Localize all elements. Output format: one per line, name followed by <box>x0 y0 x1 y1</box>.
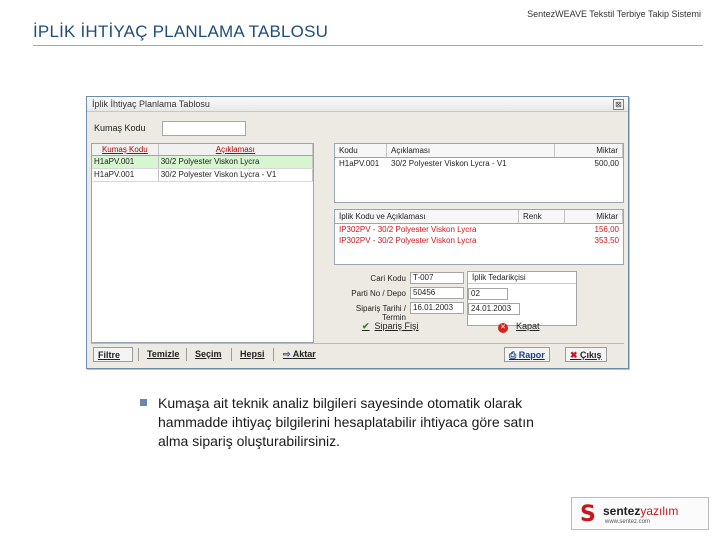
table-row[interactable]: IP302PV - 30/2 Polyester Viskon Lycra 15… <box>335 224 623 235</box>
col-fabric-code[interactable]: Kumaş Kodu <box>92 144 159 155</box>
cell-fabric-code: H1aPV.001 <box>92 156 159 168</box>
order-date-label: Sipariş Tarihi / Termin <box>355 304 406 322</box>
all-button[interactable]: Hepsi <box>236 347 269 362</box>
exit-label: Çıkış <box>580 350 602 360</box>
col-yarn[interactable]: İplik Kodu ve Açıklaması <box>335 210 519 223</box>
filter-button[interactable]: Filtre <box>93 347 133 362</box>
fabric-code-input[interactable] <box>162 121 246 136</box>
cell-yarn: IP302PV - 30/2 Polyester Viskon Lycra <box>339 225 477 234</box>
arrow-right-icon: ⇨ <box>283 349 293 359</box>
toolbar-divider <box>231 348 232 361</box>
logo-name: sentezyazılım <box>603 504 678 518</box>
order-slip-button[interactable]: ✔ Sipariş Fişi <box>362 321 419 332</box>
cell-description: 30/2 Polyester Viskon Lycra - V1 <box>391 159 507 168</box>
yarn-grid-header: İplik Kodu ve Açıklaması Renk Miktar <box>335 210 623 224</box>
col-description[interactable]: Açıklaması <box>387 144 555 157</box>
fabric-code-label: Kumaş Kodu <box>94 123 146 133</box>
close-form-button[interactable]: ✕ Kapat <box>498 321 540 333</box>
order-detail-panel: Cari Kodu T-007 Parti No / Depo 50456 Si… <box>334 269 624 337</box>
cell-color <box>519 224 565 235</box>
logo-mark: S <box>580 502 596 527</box>
depot-field[interactable]: 02 <box>468 288 508 300</box>
col-description[interactable]: Açıklaması <box>159 144 313 155</box>
toolbar-divider <box>138 348 139 361</box>
cell-quantity: 156,00 <box>594 225 619 234</box>
yarn-grid[interactable]: İplik Kodu ve Açıklaması Renk Miktar IP3… <box>334 209 624 265</box>
export-label: Aktar <box>292 349 316 359</box>
logo-name-bold: sentez <box>603 504 641 518</box>
slide-header: SentezWEAVE Tekstil Terbiye Takip Sistem… <box>527 9 701 19</box>
logo-subtitle: www.sentez.com <box>605 519 651 525</box>
window-titlebar: İplik İhtiyaç Planlama Tablosu ⊠ <box>87 97 628 112</box>
supplier-title: İplik Tedarikçisi <box>468 272 576 284</box>
customer-code-field[interactable]: T-007 <box>410 272 464 284</box>
select-button[interactable]: Seçim <box>191 347 226 362</box>
fabric-grid-header: Kumaş Kodu Açıklaması <box>92 144 313 156</box>
supplier-panel: İplik Tedarikçisi 02 24.01.2003 <box>467 271 577 326</box>
table-row[interactable]: H1aPV.001 30/2 Polyester Viskon Lycra - … <box>335 158 623 169</box>
cell-yarn: IP302PV - 30/2 Polyester Viskon Lycra <box>339 236 477 245</box>
product-grid-header: Kodu Açıklaması Miktar <box>335 144 623 158</box>
bottom-toolbar: Filtre Temizle Seçim Hepsi ⇨ Aktar ⎙ Rap… <box>91 343 624 363</box>
product-grid[interactable]: Kodu Açıklaması Miktar H1aPV.001 30/2 Po… <box>334 143 624 203</box>
exit-icon: ✖ <box>570 350 581 360</box>
cancel-icon: ✕ <box>498 323 508 333</box>
order-date-field[interactable]: 16.01.2003 <box>410 302 464 314</box>
cell-code: H1aPV.001 <box>339 159 380 168</box>
table-row[interactable]: H1aPV.001 30/2 Polyester Viskon Lycra - … <box>92 169 313 182</box>
report-button[interactable]: ⎙ Rapor <box>504 347 550 362</box>
export-button[interactable]: ⇨ Aktar <box>279 347 320 362</box>
close-form-label: Kapat <box>516 321 540 331</box>
fabric-grid[interactable]: Kumaş Kodu Açıklaması H1aPV.001 30/2 Pol… <box>91 143 314 343</box>
company-logo: S sentezyazılım www.sentez.com <box>571 497 709 530</box>
close-icon[interactable]: ⊠ <box>613 99 624 110</box>
toolbar-divider <box>273 348 274 361</box>
cell-quantity: 500,00 <box>594 159 619 168</box>
slide-title: İPLİK İHTİYAÇ PLANLAMA TABLOSU <box>33 22 329 41</box>
col-code[interactable]: Kodu <box>335 144 387 157</box>
bullet-marker <box>140 399 147 406</box>
table-row[interactable]: H1aPV.001 30/2 Polyester Viskon Lycra <box>92 156 313 169</box>
window-title: İplik İhtiyaç Planlama Tablosu <box>92 99 210 109</box>
order-slip-label: Sipariş Fişi <box>374 321 419 331</box>
bullet-text: Kumaşa ait teknik analiz bilgileri sayes… <box>158 395 534 449</box>
col-quantity[interactable]: Miktar <box>565 210 623 223</box>
due-date-field[interactable]: 24.01.2003 <box>468 303 520 315</box>
report-label: Rapor <box>518 350 545 360</box>
logo-name-light: yazılım <box>640 504 679 518</box>
batch-no-field[interactable]: 50456 <box>410 287 464 299</box>
cell-color <box>519 235 565 246</box>
cell-description: 30/2 Polyester Viskon Lycra - V1 <box>159 169 313 181</box>
cell-description: 30/2 Polyester Viskon Lycra <box>159 156 313 168</box>
toolbar-divider <box>186 348 187 361</box>
batch-depot-label: Parti No / Depo <box>351 289 406 298</box>
exit-button[interactable]: ✖ Çıkış <box>565 347 607 362</box>
col-quantity[interactable]: Miktar <box>555 144 623 157</box>
printer-icon: ⎙ <box>509 350 519 360</box>
table-row[interactable]: IP302PV - 30/2 Polyester Viskon Lycra 35… <box>335 235 623 246</box>
app-window: İplik İhtiyaç Planlama Tablosu ⊠ Kumaş K… <box>86 96 629 369</box>
cell-fabric-code: H1aPV.001 <box>92 169 159 181</box>
col-color[interactable]: Renk <box>519 210 565 223</box>
clear-button[interactable]: Temizle <box>143 347 183 362</box>
cell-quantity: 353,50 <box>594 236 619 245</box>
header-divider <box>33 45 703 46</box>
check-icon: ✔ <box>362 321 370 331</box>
customer-code-label: Cari Kodu <box>370 274 406 283</box>
